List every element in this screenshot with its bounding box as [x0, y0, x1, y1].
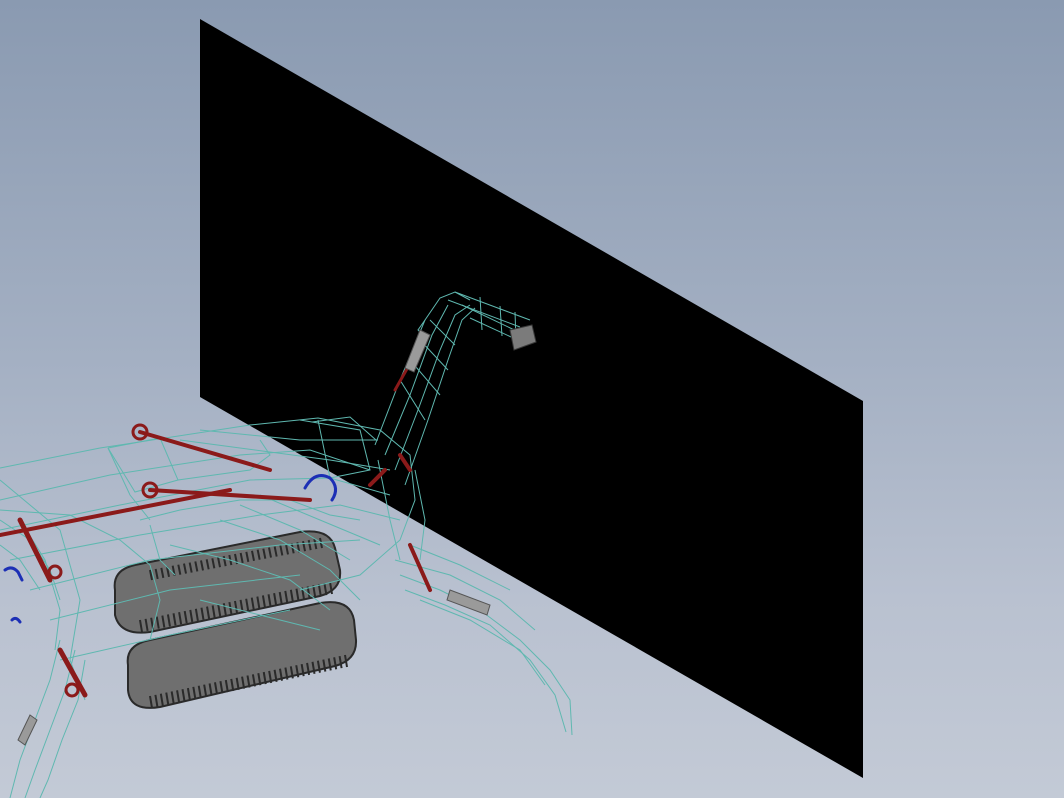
crawler-tracks [113, 530, 358, 709]
cad-viewport[interactable] [0, 0, 1064, 798]
model-scene[interactable] [0, 0, 1064, 798]
